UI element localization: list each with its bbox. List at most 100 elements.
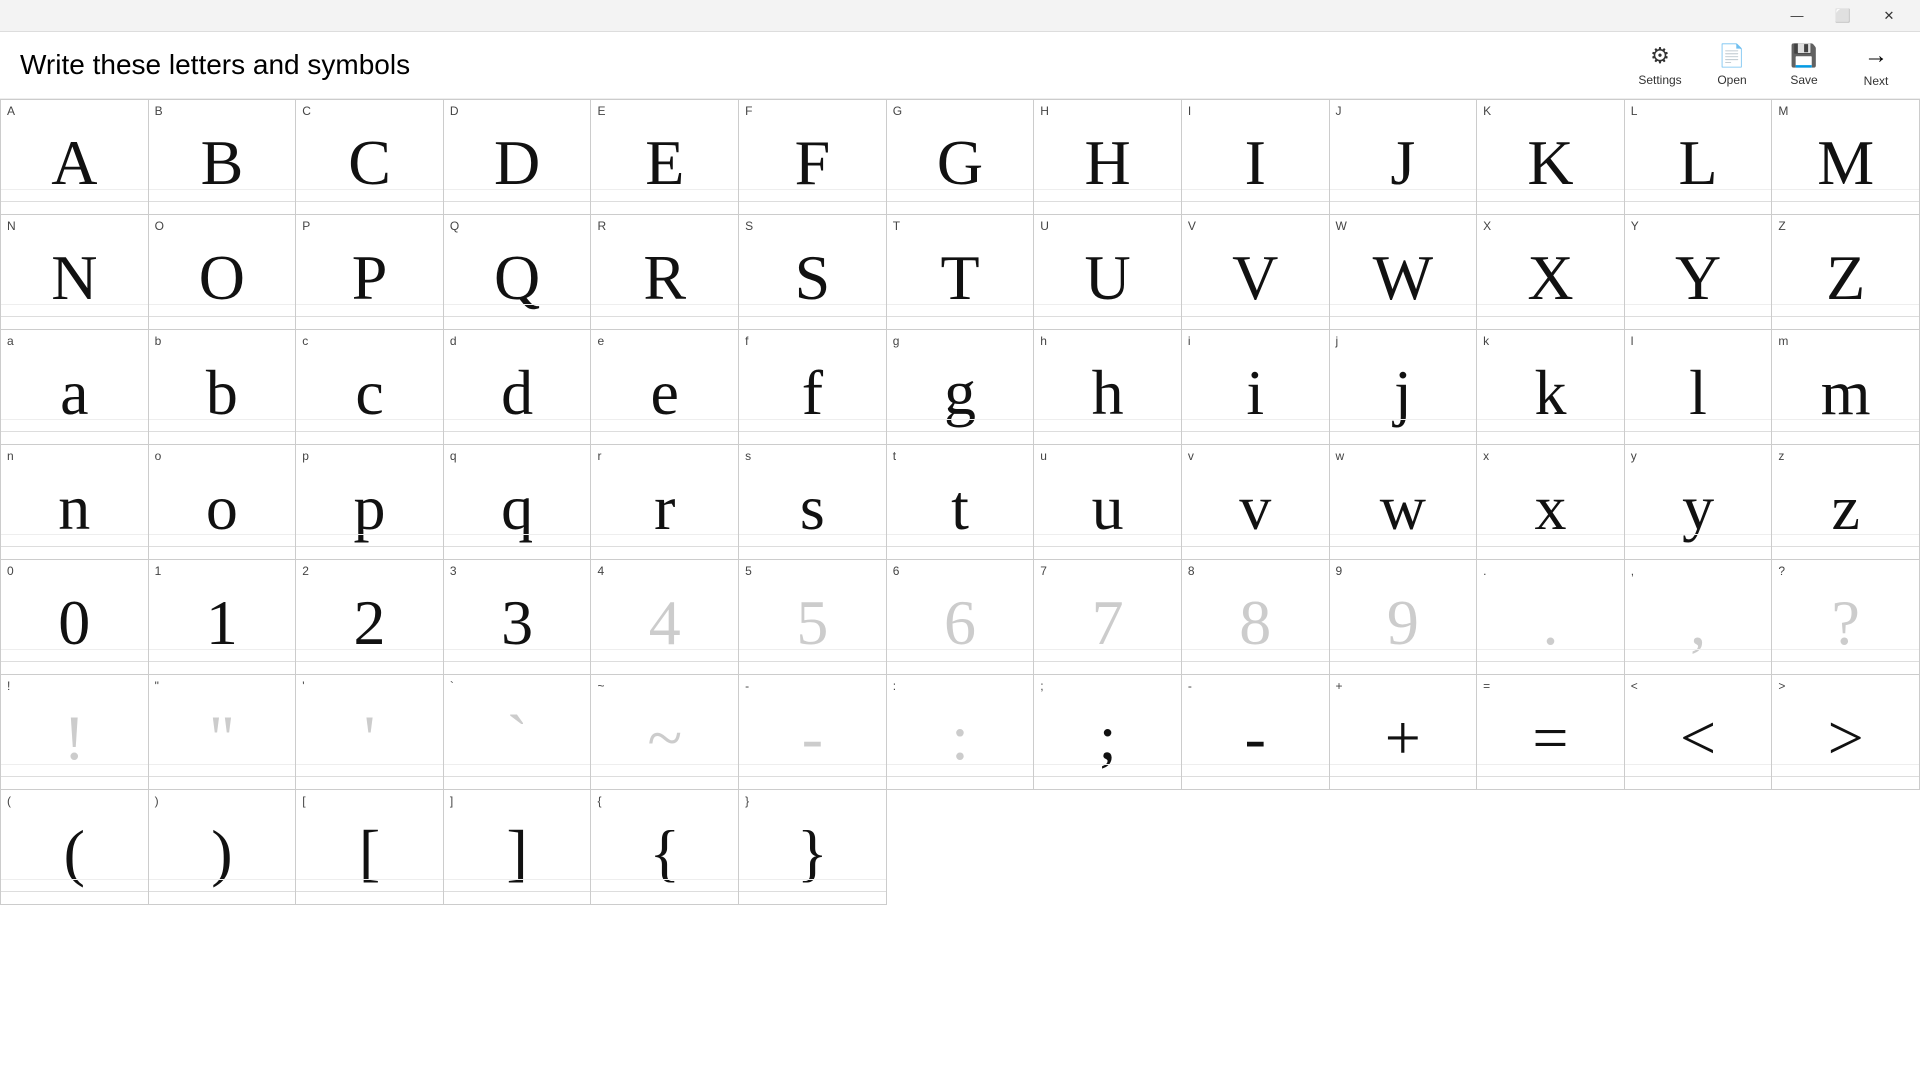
letter-cell[interactable]: SS xyxy=(739,215,887,330)
letter-cell[interactable]: .. xyxy=(1477,560,1625,675)
cell-glyph: v xyxy=(1182,463,1329,559)
letter-cell[interactable]: 77 xyxy=(1034,560,1182,675)
letter-cell[interactable]: !! xyxy=(1,675,149,790)
cell-label: u xyxy=(1034,445,1181,463)
letter-cell[interactable]: nn xyxy=(1,445,149,560)
letter-cell[interactable]: KK xyxy=(1477,100,1625,215)
letter-cell[interactable]: ++ xyxy=(1330,675,1478,790)
letter-cell[interactable]: VV xyxy=(1182,215,1330,330)
letter-cell[interactable]: OO xyxy=(149,215,297,330)
letter-cell[interactable]: LL xyxy=(1625,100,1773,215)
letter-cell[interactable]: HH xyxy=(1034,100,1182,215)
letter-cell[interactable]: II xyxy=(1182,100,1330,215)
letter-cell[interactable]: qq xyxy=(444,445,592,560)
letter-cell[interactable]: kk xyxy=(1477,330,1625,445)
letter-cell[interactable]: PP xyxy=(296,215,444,330)
letter-cell[interactable]: -- xyxy=(739,675,887,790)
letter-cell[interactable]: rr xyxy=(591,445,739,560)
letter-cell[interactable]: == xyxy=(1477,675,1625,790)
letter-cell[interactable]: 33 xyxy=(444,560,592,675)
letter-cell[interactable]: tt xyxy=(887,445,1035,560)
next-button[interactable]: → Next xyxy=(1852,42,1900,88)
minimize-button[interactable]: — xyxy=(1774,0,1820,32)
letter-cell[interactable]: AA xyxy=(1,100,149,215)
cell-label: j xyxy=(1330,330,1477,348)
letter-cell[interactable]: 88 xyxy=(1182,560,1330,675)
letter-cell[interactable]: CC xyxy=(296,100,444,215)
letter-cell[interactable]: "" xyxy=(149,675,297,790)
letter-cell[interactable]: xx xyxy=(1477,445,1625,560)
letter-cell[interactable]: 00 xyxy=(1,560,149,675)
letter-cell[interactable]: jj xyxy=(1330,330,1478,445)
letter-cell[interactable]: :: xyxy=(887,675,1035,790)
letter-cell[interactable]: {{ xyxy=(591,790,739,905)
letter-cell[interactable]: 22 xyxy=(296,560,444,675)
cell-label: Y xyxy=(1625,215,1772,233)
cell-label: " xyxy=(149,675,296,693)
cell-label: X xyxy=(1477,215,1624,233)
letter-cell[interactable]: 55 xyxy=(739,560,887,675)
letter-cell[interactable]: aa xyxy=(1,330,149,445)
letter-cell[interactable]: hh xyxy=(1034,330,1182,445)
letter-cell[interactable]: yy xyxy=(1625,445,1773,560)
letter-cell[interactable]: QQ xyxy=(444,215,592,330)
letter-cell[interactable]: XX xyxy=(1477,215,1625,330)
letter-cell[interactable]: EE xyxy=(591,100,739,215)
letter-cell[interactable]: GG xyxy=(887,100,1035,215)
cell-glyph: . xyxy=(1477,578,1624,674)
letter-cell[interactable]: >> xyxy=(1772,675,1920,790)
letter-cell[interactable]: MM xyxy=(1772,100,1920,215)
letter-cell[interactable]: zz xyxy=(1772,445,1920,560)
letter-cell[interactable]: '' xyxy=(296,675,444,790)
letter-cell[interactable]: WW xyxy=(1330,215,1478,330)
letter-cell[interactable]: ee xyxy=(591,330,739,445)
letter-cell[interactable]: YY xyxy=(1625,215,1773,330)
letter-cell[interactable]: RR xyxy=(591,215,739,330)
letter-cell[interactable]: ll xyxy=(1625,330,1773,445)
letter-cell[interactable]: NN xyxy=(1,215,149,330)
letter-cell[interactable]: [[ xyxy=(296,790,444,905)
letter-cell[interactable]: pp xyxy=(296,445,444,560)
letter-cell[interactable]: UU xyxy=(1034,215,1182,330)
letter-cell[interactable]: ZZ xyxy=(1772,215,1920,330)
save-button[interactable]: 💾 Save xyxy=(1780,43,1828,87)
letter-cell[interactable]: ?? xyxy=(1772,560,1920,675)
letter-cell[interactable]: DD xyxy=(444,100,592,215)
letter-cell[interactable]: cc xyxy=(296,330,444,445)
cell-label: D xyxy=(444,100,591,118)
letter-cell[interactable]: oo xyxy=(149,445,297,560)
letter-cell[interactable]: FF xyxy=(739,100,887,215)
letter-cell[interactable]: JJ xyxy=(1330,100,1478,215)
cell-glyph: 0 xyxy=(1,578,148,674)
letter-cell[interactable]: 44 xyxy=(591,560,739,675)
letter-cell[interactable]: `` xyxy=(444,675,592,790)
close-button[interactable]: ✕ xyxy=(1866,0,1912,32)
letter-cell[interactable]: ww xyxy=(1330,445,1478,560)
letter-cell[interactable]: TT xyxy=(887,215,1035,330)
letter-cell[interactable]: -- xyxy=(1182,675,1330,790)
letter-cell[interactable]: mm xyxy=(1772,330,1920,445)
open-button[interactable]: 📄 Open xyxy=(1708,43,1756,87)
letter-cell[interactable]: ;; xyxy=(1034,675,1182,790)
letter-cell[interactable]: )) xyxy=(149,790,297,905)
letter-cell[interactable]: dd xyxy=(444,330,592,445)
letter-cell[interactable]: bb xyxy=(149,330,297,445)
settings-button[interactable]: ⚙ Settings xyxy=(1636,43,1684,87)
letter-cell[interactable]: ,, xyxy=(1625,560,1773,675)
letter-cell[interactable]: 99 xyxy=(1330,560,1478,675)
letter-cell[interactable]: 66 xyxy=(887,560,1035,675)
letter-cell[interactable]: ss xyxy=(739,445,887,560)
letter-cell[interactable]: 11 xyxy=(149,560,297,675)
maximize-button[interactable]: ⬜ xyxy=(1820,0,1866,32)
letter-cell[interactable]: ff xyxy=(739,330,887,445)
letter-cell[interactable]: ]] xyxy=(444,790,592,905)
letter-cell[interactable]: vv xyxy=(1182,445,1330,560)
letter-cell[interactable]: }} xyxy=(739,790,887,905)
letter-cell[interactable]: ii xyxy=(1182,330,1330,445)
letter-cell[interactable]: ~~ xyxy=(591,675,739,790)
letter-cell[interactable]: << xyxy=(1625,675,1773,790)
letter-cell[interactable]: BB xyxy=(149,100,297,215)
letter-cell[interactable]: uu xyxy=(1034,445,1182,560)
letter-cell[interactable]: gg xyxy=(887,330,1035,445)
letter-cell[interactable]: (( xyxy=(1,790,149,905)
